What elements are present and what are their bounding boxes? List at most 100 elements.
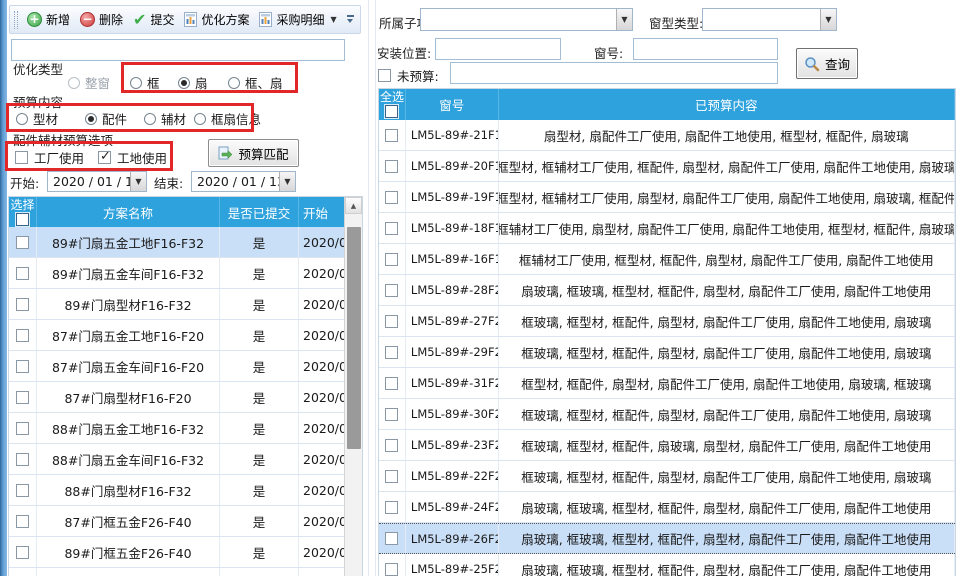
date-dropdown-button[interactable]: ▼ [130, 172, 146, 191]
row-checkbox[interactable] [385, 346, 398, 359]
table-row[interactable]: 89#门扇型材F16-F32是2020/0 [9, 289, 362, 320]
query-button[interactable]: 查询 [796, 48, 858, 79]
row-checkbox[interactable] [16, 391, 29, 404]
window-type-select[interactable]: ▼ [702, 8, 837, 31]
row-checkbox[interactable] [16, 515, 29, 528]
purchase-detail-button[interactable]: 采购明细 ▼ [254, 9, 341, 30]
window-no-input[interactable] [633, 38, 778, 60]
table-row[interactable]: 87#门扇五金车间F16-F20是2020/0 [9, 351, 362, 382]
date-dropdown-button[interactable]: ▼ [279, 172, 295, 191]
radio-frame-sash-info[interactable]: 框扇信息 [194, 109, 261, 128]
table-row[interactable]: LM5L-89#-31F29框型材, 框配件, 扇型材, 扇配件工厂使用, 扇配… [379, 368, 955, 399]
start-date-picker[interactable]: 2020 / 01 / 1 ▼ [47, 171, 147, 192]
row-checkbox[interactable] [16, 546, 29, 559]
plan-filter-input[interactable] [11, 39, 345, 61]
row-checkbox[interactable] [385, 532, 398, 545]
toolbar-grip-handle[interactable] [14, 11, 18, 29]
row-checkbox[interactable] [385, 408, 398, 421]
end-date-picker[interactable]: 2020 / 01 / 13 ▼ [191, 171, 296, 192]
table-row[interactable]: 87#门扇五金工地F16-F20是2020/0 [9, 320, 362, 351]
table-row[interactable]: 88#门框五金F21-F40是2020/0 [9, 568, 362, 576]
table-row[interactable]: 88#门扇五金工地F16-F32是2020/0 [9, 413, 362, 444]
radio-accessory[interactable]: 配件 [85, 109, 127, 128]
row-checkbox[interactable] [385, 439, 398, 452]
table-row[interactable]: 88#门扇型材F16-F32是2020/0 [9, 475, 362, 506]
select-all-checkbox[interactable] [385, 105, 398, 118]
row-checkbox[interactable] [385, 191, 398, 204]
optimize-plan-button[interactable]: 优化方案 [179, 9, 254, 30]
radio-icon [130, 77, 142, 89]
row-checkbox[interactable] [16, 453, 29, 466]
row-checkbox[interactable] [385, 160, 398, 173]
row-checkbox[interactable] [385, 129, 398, 142]
row-checkbox[interactable] [16, 360, 29, 373]
table-row[interactable]: LM5L-89#-16F15框辅材工厂使用, 框型材, 框配件, 扇型材, 扇配… [379, 244, 955, 275]
table-row[interactable]: LM5L-89#-25F23扇玻璃, 框玻璃, 框型材, 框配件, 扇型材, 扇… [379, 554, 955, 576]
table-row[interactable]: LM5L-89#-23F21框玻璃, 框型材, 框配件, 扇玻璃, 扇型材, 扇… [379, 430, 955, 461]
table-row[interactable]: LM5L-89#-24F22扇玻璃, 框玻璃, 框型材, 框配件, 扇型材, 扇… [379, 492, 955, 523]
radio-frame[interactable]: 框 [130, 73, 160, 92]
row-checkbox[interactable] [385, 470, 398, 483]
table-row[interactable]: LM5L-89#-29F27框玻璃, 框型材, 框配件, 扇型材, 扇配件工厂使… [379, 337, 955, 368]
budget-table: 全选 窗号 已预算内容 LM5L-89#-21F19扇型材, 扇配件工厂使用, … [378, 88, 956, 576]
row-checkbox[interactable] [16, 484, 29, 497]
table-row[interactable]: LM5L-89#-20F18框型材, 框辅材工厂使用, 框配件, 扇型材, 扇配… [379, 151, 955, 182]
radio-frame-sash[interactable]: 框、扇 [228, 73, 283, 92]
radio-auxiliary[interactable]: 辅材 [144, 109, 186, 128]
no-budget-checkbox[interactable]: 未预算: [378, 66, 439, 85]
row-checkbox[interactable] [385, 315, 398, 328]
radio-sash[interactable]: 扇 [178, 73, 208, 92]
row-checkbox[interactable] [385, 284, 398, 297]
plan-start-cell: 2020/0 [299, 289, 346, 319]
add-button[interactable]: + 新增 [22, 9, 75, 30]
table-row[interactable]: LM5L-89#-21F19扇型材, 扇配件工厂使用, 扇配件工地使用, 框型材… [379, 120, 955, 151]
row-select-cell [9, 413, 37, 443]
table-row[interactable]: 87#门框五金F26-F40是2020/0 [9, 506, 362, 537]
table-row[interactable]: LM5L-89#-30F28框玻璃, 框型材, 框配件, 扇型材, 扇配件工厂使… [379, 399, 955, 430]
row-select-cell [379, 244, 406, 274]
table-row[interactable]: LM5L-89#-19F17框型材, 框辅材工厂使用, 扇型材, 扇配件工厂使用… [379, 182, 955, 213]
plan-name-cell: 89#门扇五金车间F16-F32 [37, 258, 220, 288]
table-row[interactable]: 89#门框五金F26-F40是2020/0 [9, 537, 362, 568]
row-checkbox[interactable] [16, 329, 29, 342]
plan-start-cell: 2020/0 [299, 537, 346, 567]
row-checkbox[interactable] [385, 222, 398, 235]
submit-button[interactable]: ✔ 提交 [128, 9, 179, 30]
row-checkbox[interactable] [385, 563, 398, 576]
row-checkbox[interactable] [16, 267, 29, 280]
toolbar-overflow-button[interactable] [343, 11, 357, 30]
budget-match-button[interactable]: 预算匹配 [208, 139, 299, 167]
row-checkbox[interactable] [16, 298, 29, 311]
checkbox-site-use[interactable]: 工地使用 [98, 148, 167, 167]
table-row[interactable]: 88#门扇五金车间F16-F32是2020/0 [9, 444, 362, 475]
checkbox-factory-use[interactable]: 工厂使用 [15, 148, 84, 167]
select-all-checkbox[interactable] [16, 213, 29, 226]
combo-dropdown-button[interactable]: ▼ [820, 9, 836, 30]
budget-content-cell: 框玻璃, 框型材, 框配件, 扇玻璃, 扇型材, 扇配件工厂使用, 扇配件工地使… [499, 430, 955, 460]
row-checkbox[interactable] [16, 422, 29, 435]
combo-dropdown-button[interactable]: ▼ [616, 9, 632, 30]
row-checkbox[interactable] [385, 377, 398, 390]
delete-button[interactable]: − 删除 [75, 9, 128, 30]
sub-item-select[interactable]: ▼ [420, 8, 633, 31]
radio-profile[interactable]: 型材 [16, 109, 58, 128]
scroll-thumb[interactable] [347, 227, 361, 449]
table-row[interactable]: LM5L-89#-18F16框辅材工厂使用, 扇型材, 扇配件工厂使用, 扇配件… [379, 213, 955, 244]
row-checkbox[interactable] [16, 236, 29, 249]
table-row[interactable]: LM5L-89#-27F25框玻璃, 框型材, 框配件, 扇型材, 扇配件工厂使… [379, 306, 955, 337]
row-select-cell [379, 337, 406, 367]
row-checkbox[interactable] [385, 501, 398, 514]
table-row[interactable]: LM5L-89#-26F24扇玻璃, 框玻璃, 框型材, 框配件, 扇型材, 扇… [379, 523, 955, 554]
panel-splitter[interactable] [368, 0, 369, 576]
table-row[interactable]: 89#门扇五金工地F16-F32是2020/0 [9, 227, 362, 258]
table-row[interactable]: LM5L-89#-28F26扇玻璃, 框玻璃, 框型材, 框配件, 扇型材, 扇… [379, 275, 955, 306]
table-row[interactable]: 89#门扇五金车间F16-F32是2020/0 [9, 258, 362, 289]
no-budget-input[interactable] [450, 62, 778, 84]
row-checkbox[interactable] [385, 253, 398, 266]
install-position-input[interactable] [435, 38, 561, 60]
radio-whole-window[interactable]: 整窗 [68, 73, 110, 92]
table-row[interactable]: LM5L-89#-22F20框玻璃, 框型材, 框配件, 扇型材, 扇配件工厂使… [379, 461, 955, 492]
scroll-up-icon[interactable]: ▲ [345, 197, 362, 214]
table-row[interactable]: 87#门扇型材F16-F20是2020/0 [9, 382, 362, 413]
plan-table-scrollbar[interactable]: ▲ [344, 197, 362, 576]
